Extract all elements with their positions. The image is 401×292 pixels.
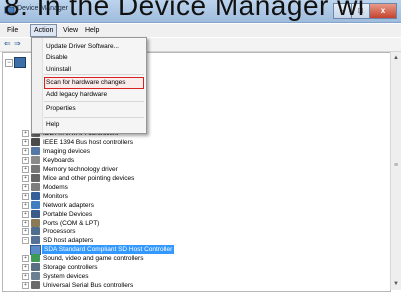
scroll-up-icon[interactable]: ▲	[392, 54, 400, 62]
mouse-icon	[31, 173, 40, 182]
menu-view[interactable]: View	[60, 25, 81, 36]
tree-category-label: Processors	[43, 228, 76, 236]
expand-toggle[interactable]: +	[22, 282, 29, 290]
expand-toggle[interactable]: +	[22, 174, 29, 182]
imaging-icon	[31, 146, 40, 155]
back-arrow-icon[interactable]: ⇐	[4, 39, 11, 48]
tree-category-label: Imaging devices	[43, 147, 90, 155]
tree-category-label: Keyboards	[43, 156, 75, 164]
menu-separator	[44, 117, 144, 118]
portable-device-icon	[31, 209, 40, 218]
expand-toggle[interactable]: +	[22, 130, 29, 137]
expand-toggle[interactable]: +	[22, 192, 29, 200]
expand-toggle[interactable]: +	[22, 201, 29, 209]
expand-toggle[interactable]: +	[22, 183, 29, 191]
expand-toggle[interactable]: +	[22, 147, 29, 155]
collapse-toggle[interactable]: −	[22, 237, 29, 245]
ieee1394-icon	[31, 137, 40, 146]
menu-scan-hardware[interactable]: Scan for hardware changes	[46, 78, 126, 88]
expand-toggle[interactable]: +	[22, 273, 29, 281]
vertical-scrollbar[interactable]: ▲ ≡ ▼	[390, 52, 401, 290]
tree-category-label: Universal Serial Bus controllers	[43, 282, 134, 290]
tree-category-label: Mice and other pointing devices	[43, 174, 135, 182]
tree-category-label: Memory technology driver	[43, 165, 118, 173]
tree-category-label: Network adapters	[43, 201, 94, 209]
menu-add-legacy[interactable]: Add legacy hardware	[46, 90, 107, 100]
expand-toggle[interactable]: +	[22, 264, 29, 272]
modem-icon	[31, 182, 40, 191]
expand-toggle[interactable]: +	[22, 219, 29, 227]
menu-action[interactable]: Action	[30, 24, 58, 37]
menu-disable[interactable]: Disable	[46, 53, 68, 63]
tree-category-label: Portable Devices	[43, 210, 93, 218]
sound-icon	[31, 254, 40, 263]
computer-icon	[14, 57, 26, 68]
tree-device-label: SDA Standard Compliant SD Host Controlle…	[42, 245, 175, 255]
root-collapse-toggle[interactable]: −	[5, 59, 13, 67]
tree-category-label: IEEE 1394 Bus host controllers	[43, 138, 133, 146]
tree-category-label: System devices	[43, 273, 89, 281]
menu-help-item[interactable]: Help	[46, 120, 59, 130]
processor-icon	[31, 227, 40, 236]
action-menu-dropdown: Update Driver Software... Disable Uninstal…	[31, 37, 147, 134]
menu-file[interactable]: File	[4, 25, 21, 36]
close-button[interactable]: x	[369, 3, 397, 19]
expand-toggle[interactable]: +	[22, 156, 29, 164]
tree-category-label: Storage controllers	[43, 264, 98, 272]
network-adapter-icon	[31, 200, 40, 209]
scroll-down-icon[interactable]: ▼	[392, 280, 400, 288]
ports-icon	[31, 218, 40, 227]
menu-properties[interactable]: Properties	[46, 104, 76, 114]
expand-toggle[interactable]: +	[22, 228, 29, 236]
menu-gutter	[32, 38, 43, 133]
tree-category-label: Monitors	[43, 192, 68, 200]
forward-arrow-icon[interactable]: ⇒	[14, 39, 21, 48]
menu-help[interactable]: Help	[82, 25, 102, 36]
sd-host-icon	[31, 236, 40, 245]
monitor-icon	[31, 191, 40, 200]
expand-toggle[interactable]: +	[22, 165, 29, 173]
memory-icon	[31, 164, 40, 173]
keyboard-icon	[31, 155, 40, 164]
expand-toggle[interactable]: +	[22, 138, 29, 146]
system-devices-icon	[31, 272, 40, 281]
menu-uninstall[interactable]: Uninstall	[46, 65, 71, 75]
menu-update-driver[interactable]: Update Driver Software...	[46, 42, 119, 52]
usb-icon	[31, 281, 40, 290]
expand-toggle[interactable]: +	[22, 210, 29, 218]
tree-category-label: Ports (COM & LPT)	[43, 219, 100, 227]
tree-category-label: Sound, video and game controllers	[43, 255, 144, 263]
storage-icon	[31, 263, 40, 272]
menu-separator	[44, 101, 144, 102]
tree-category-label: Modems	[43, 183, 68, 191]
window-title: Device Manager	[17, 5, 68, 12]
menu-bar: File Action View Help	[0, 24, 401, 37]
tree-category-label: SD host adapters	[43, 237, 94, 245]
scroll-grip-icon[interactable]: ≡	[392, 162, 400, 172]
expand-toggle[interactable]: +	[22, 255, 29, 263]
